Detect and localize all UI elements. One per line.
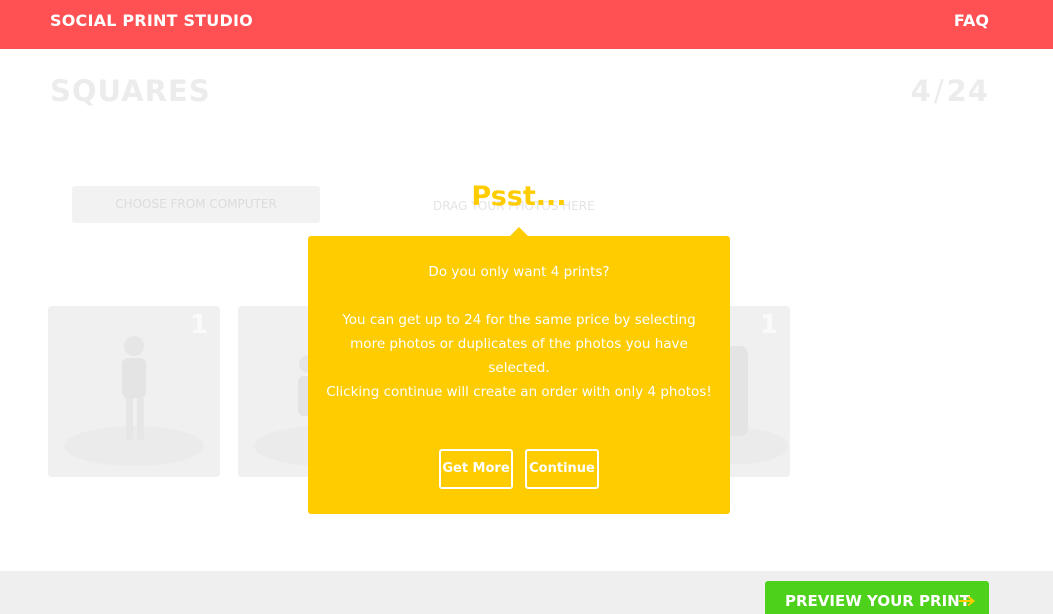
brand-logo[interactable]: SOCIAL PRINT STUDIO	[50, 11, 253, 30]
continue-button[interactable]: Continue	[525, 449, 599, 489]
preview-print-label: PREVIEW YOUR PRINT	[785, 592, 970, 610]
get-more-button[interactable]: Get More	[439, 449, 513, 489]
popover-title: Psst...	[471, 181, 567, 212]
selected-count: 4	[910, 74, 932, 108]
tile-quantity: 1	[189, 310, 208, 340]
popover-question: Do you only want 4 prints?	[428, 264, 610, 280]
counter-divider: /	[933, 74, 945, 108]
choose-from-computer-button[interactable]: CHOOSE FROM COMPUTER	[72, 186, 320, 223]
upsell-popover: Do you only want 4 prints? You can get u…	[308, 227, 730, 514]
preview-print-button[interactable]: PREVIEW YOUR PRINT	[765, 581, 989, 614]
popover-warning-text: Clicking continue will create an order w…	[326, 384, 712, 400]
page-title: SQUARES	[50, 74, 211, 108]
photo-tile[interactable]: 1	[48, 306, 220, 477]
arrow-right-icon	[959, 595, 976, 607]
faq-link[interactable]: FAQ	[954, 11, 989, 30]
photo-counter: 4/24	[911, 74, 989, 108]
total-count: 24	[946, 74, 989, 108]
top-bar: SOCIAL PRINT STUDIO FAQ	[0, 0, 1053, 49]
tile-quantity: 1	[759, 310, 778, 340]
popover-upsell-text: You can get up to 24 for the same price …	[342, 312, 696, 376]
